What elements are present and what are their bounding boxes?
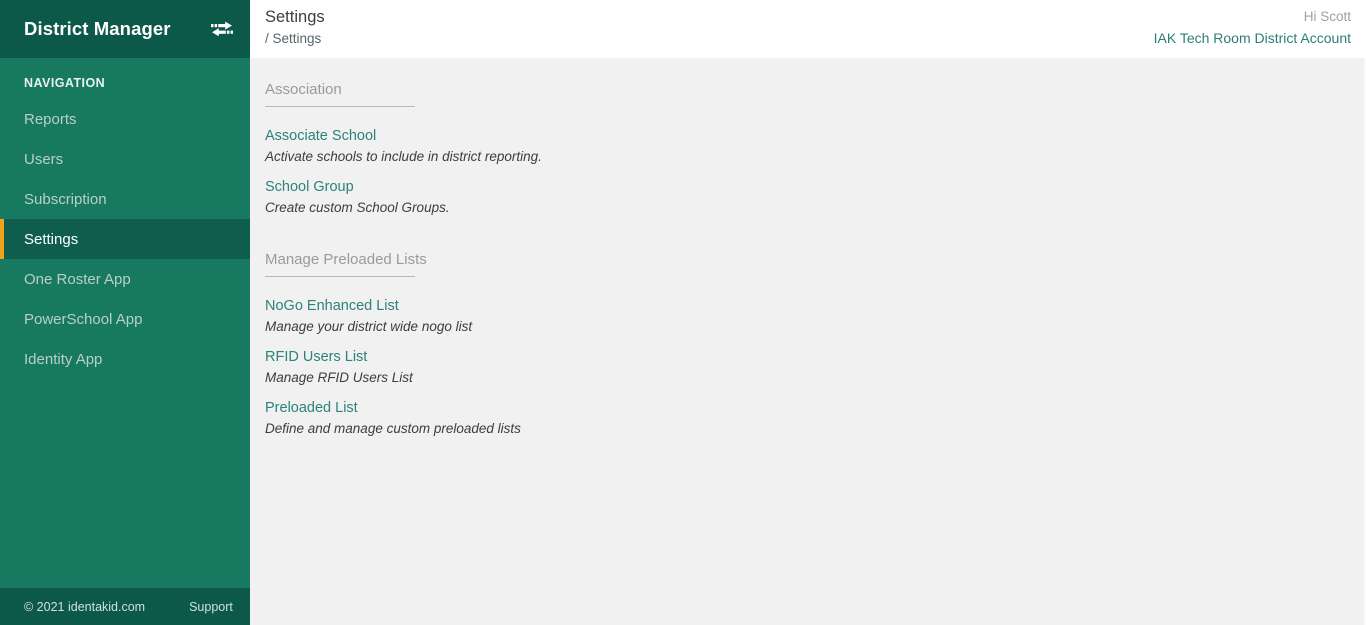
- main-pane: Settings / Settings Hi Scott IAK Tech Ro…: [250, 0, 1366, 625]
- setting-description: Manage your district wide nogo list: [265, 319, 473, 334]
- sidebar-item-label: One Roster App: [24, 270, 131, 288]
- sidebar-item-label: Users: [24, 150, 64, 168]
- sidebar-item-label: Reports: [24, 110, 77, 128]
- settings-content: Association Associate School Activate sc…: [250, 58, 1366, 625]
- sidebar-item-users[interactable]: Users: [0, 139, 250, 179]
- page-title: Settings: [265, 8, 325, 26]
- setting-description: Create custom School Groups.: [265, 200, 450, 215]
- rfid-users-list-link[interactable]: RFID Users List: [265, 348, 367, 366]
- setting-entry-school-group: School Group Create custom School Groups…: [265, 178, 1366, 217]
- preloaded-list-link[interactable]: Preloaded List: [265, 399, 358, 417]
- topbar-right: Hi Scott IAK Tech Room District Account: [1154, 7, 1351, 48]
- app-window: District Manager NAVIGATION Reports User…: [0, 0, 1366, 625]
- nav-section-label: NAVIGATION: [24, 76, 106, 90]
- setting-description: Manage RFID Users List: [265, 370, 413, 385]
- group-heading: Association: [265, 81, 415, 107]
- associate-school-link[interactable]: Associate School: [265, 127, 376, 145]
- top-bar: Settings / Settings Hi Scott IAK Tech Ro…: [250, 0, 1366, 58]
- sidebar-item-one-roster-app[interactable]: One Roster App: [0, 259, 250, 299]
- sidebar-item-label: Identity App: [24, 350, 103, 368]
- sidebar-item-label: Subscription: [24, 190, 107, 208]
- sidebar-item-reports[interactable]: Reports: [0, 99, 250, 139]
- user-greeting: Hi Scott: [1303, 9, 1351, 24]
- sidebar-item-subscription[interactable]: Subscription: [0, 179, 250, 219]
- settings-group-association: Association Associate School Activate sc…: [265, 81, 1366, 217]
- sidebar-nav-list: Reports Users Subscription Settings One …: [0, 99, 250, 379]
- school-group-link[interactable]: School Group: [265, 178, 354, 196]
- sidebar-footer: © 2021 identakid.com Support: [0, 588, 250, 625]
- setting-entry-nogo-enhanced-list: NoGo Enhanced List Manage your district …: [265, 297, 1366, 336]
- setting-entry-preloaded-list: Preloaded List Define and manage custom …: [265, 399, 1366, 438]
- sidebar-item-identity-app[interactable]: Identity App: [0, 339, 250, 379]
- sidebar-item-label: Settings: [24, 230, 79, 248]
- breadcrumb[interactable]: / Settings: [265, 29, 325, 48]
- sidebar-item-label: PowerSchool App: [24, 310, 143, 328]
- setting-entry-associate-school: Associate School Activate schools to inc…: [265, 127, 1366, 166]
- brand-header: District Manager: [0, 0, 250, 58]
- topbar-left: Settings / Settings: [265, 7, 325, 48]
- sidebar: District Manager NAVIGATION Reports User…: [0, 0, 250, 625]
- setting-entry-rfid-users-list: RFID Users List Manage RFID Users List: [265, 348, 1366, 387]
- sidebar-item-powerschool-app[interactable]: PowerSchool App: [0, 299, 250, 339]
- group-divider-spacer: [265, 229, 1366, 251]
- copyright-text: © 2021 identakid.com: [24, 599, 146, 614]
- sidebar-item-settings[interactable]: Settings: [0, 219, 250, 259]
- setting-description: Activate schools to include in district …: [265, 149, 542, 164]
- exchange-arrows-icon[interactable]: [211, 19, 233, 39]
- group-heading: Manage Preloaded Lists: [265, 251, 427, 277]
- support-link[interactable]: Support: [189, 600, 233, 614]
- nogo-enhanced-list-link[interactable]: NoGo Enhanced List: [265, 297, 399, 315]
- account-name[interactable]: IAK Tech Room District Account: [1154, 28, 1351, 48]
- brand-title: District Manager: [24, 18, 171, 39]
- setting-description: Define and manage custom preloaded lists: [265, 421, 521, 436]
- settings-group-preloaded-lists: Manage Preloaded Lists NoGo Enhanced Lis…: [265, 251, 1366, 438]
